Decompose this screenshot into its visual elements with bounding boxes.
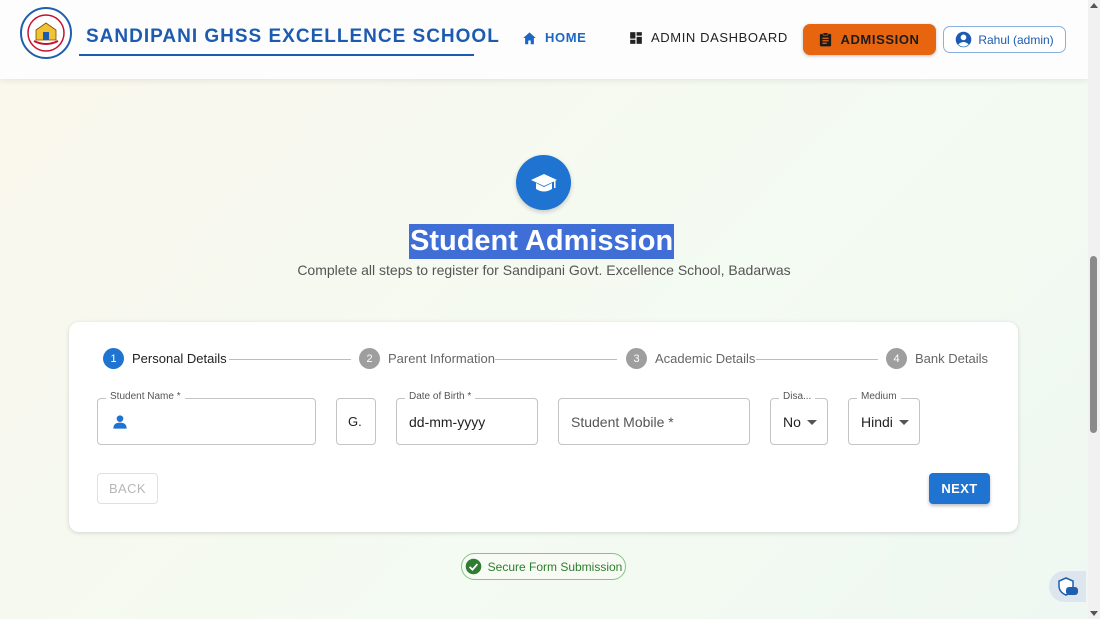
student-name-field[interactable]: Student Name * [97,391,316,445]
nav-admission-label: ADMISSION [840,32,920,47]
student-mobile-placeholder: Student Mobile * [571,414,674,430]
school-name-underline [79,54,474,56]
page-title: Student Admission [409,224,675,259]
secure-submission-badge: Secure Form Submission [461,553,626,580]
shield-4k-icon [1057,576,1078,596]
secure-submission-label: Secure Form Submission [487,559,623,574]
next-button[interactable]: NEXT [929,473,990,504]
step-connector [229,359,351,360]
school-name[interactable]: SANDIPANI GHSS EXCELLENCE SCHOOL [86,26,500,48]
step-number: 3 [626,348,647,369]
step-personal-details[interactable]: 1 Personal Details [103,348,227,369]
admission-form-card: 1 Personal Details 2 Parent Information … [69,322,1018,532]
date-of-birth-label: Date of Birth * [405,391,476,402]
top-navbar: SANDIPANI GHSS EXCELLENCE SCHOOL HOME AD… [0,0,1088,79]
chevron-down-icon [807,420,817,425]
step-number: 4 [886,348,907,369]
page-scrollbar[interactable] [1088,0,1100,619]
step-number: 1 [103,348,124,369]
user-name-label: Rahul (admin) [978,32,1054,47]
step-connector [495,359,617,360]
scroll-thumb[interactable] [1090,256,1097,433]
date-of-birth-field[interactable]: Date of Birth * dd-mm-yyyy [396,391,538,445]
user-menu-button[interactable]: Rahul (admin) [943,26,1066,53]
nav-admission-button[interactable]: ADMISSION [803,24,936,55]
step-academic-details[interactable]: 3 Academic Details [626,348,755,369]
floating-extension-button[interactable] [1049,571,1086,602]
dashboard-icon [630,31,642,44]
step-label: Parent Information [388,351,495,366]
nav-admin-dashboard-label: ADMIN DASHBOARD [651,30,788,45]
step-parent-information[interactable]: 2 Parent Information [359,348,495,369]
nav-home-link[interactable]: HOME [522,30,586,45]
school-emblem-icon [27,14,65,52]
student-name-label: Student Name * [106,391,185,402]
disability-select[interactable]: Disa... No [770,391,828,445]
clipboard-icon [820,32,832,47]
person-icon [113,415,127,429]
medium-label: Medium [857,391,901,402]
step-label: Bank Details [915,351,988,366]
gender-value: G. [348,414,362,429]
nav-admin-dashboard-link[interactable]: ADMIN DASHBOARD [629,30,788,45]
scroll-down-arrow-icon[interactable] [1090,611,1098,616]
disability-value: No [783,414,801,430]
check-circle-icon [465,558,481,575]
nav-home-label: HOME [545,30,587,45]
medium-value: Hindi [861,414,893,430]
back-button[interactable]: BACK [97,473,158,504]
medium-select[interactable]: Medium Hindi [848,391,920,445]
step-number: 2 [359,348,380,369]
step-bank-details[interactable]: 4 Bank Details [886,348,988,369]
step-label: Personal Details [132,351,227,366]
gender-select[interactable]: G. [336,398,376,445]
step-label: Academic Details [655,351,756,366]
student-mobile-field[interactable]: Student Mobile * [558,398,750,445]
scroll-up-arrow-icon[interactable] [1090,3,1098,8]
disability-label: Disa... [779,391,816,402]
account-circle-icon [956,31,972,48]
date-of-birth-value: dd-mm-yyyy [409,414,486,430]
graduation-cap-icon [516,155,571,210]
page-subtitle: Complete all steps to register for Sandi… [297,262,791,278]
school-logo[interactable] [20,7,72,59]
home-icon [523,31,536,44]
step-connector [756,359,878,360]
chevron-down-icon [899,420,909,425]
